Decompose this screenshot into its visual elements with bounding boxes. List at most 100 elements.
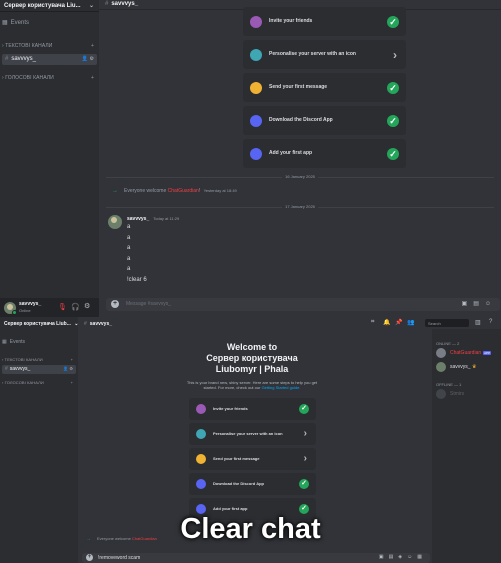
- onboarding-task[interactable]: Download the Discord App ✓: [243, 106, 406, 135]
- welcome-title: Welcome to Сервер користувача Liubomyr |…: [160, 342, 344, 375]
- server-name: Сервер користувача Liub...: [4, 321, 71, 327]
- chevron-right-icon: ›: [303, 453, 307, 464]
- task-label: Invite your friends: [269, 18, 313, 24]
- emoji-icon[interactable]: ☺: [485, 301, 497, 307]
- gif-icon[interactable]: ▤: [473, 301, 485, 307]
- user-panel: savvvys_ Online 🎙 🎧 ⚙: [0, 298, 99, 317]
- chevron-down-icon[interactable]: ⌄: [89, 2, 94, 9]
- chevron-icon: ›: [2, 357, 4, 362]
- checkmark-icon: ✓: [299, 404, 309, 414]
- user-status: Online: [19, 308, 31, 313]
- member-list-icon[interactable]: 👥: [407, 319, 414, 326]
- checkmark-icon: ✓: [387, 114, 399, 127]
- search-placeholder: Search: [428, 321, 441, 326]
- date-divider-label: 17 January 2025: [282, 204, 318, 209]
- channel-settings-icons[interactable]: 👤 ⚙: [82, 56, 94, 62]
- task-icon: [250, 48, 262, 61]
- events-label: Events: [9, 339, 26, 345]
- category-voice-channels[interactable]: › ГОЛОСОВІ КАНАЛИ +: [2, 75, 97, 81]
- task-icon: [250, 15, 262, 28]
- channel-item-savvvys[interactable]: # savvvys_ 👤 ⚙: [2, 54, 97, 65]
- channel-item-savvvys[interactable]: # savvvys_ 👤 ⚙: [2, 365, 76, 374]
- message-input[interactable]: !removeword scam: [98, 555, 140, 561]
- member-category-online: ONLINE — 2: [436, 341, 460, 346]
- task-label: Personalise your server with an icon: [213, 431, 283, 436]
- settings-gear-icon[interactable]: ⚙: [84, 302, 90, 310]
- gift-icon[interactable]: ▣: [379, 554, 389, 560]
- emoji-icon[interactable]: ☺: [407, 554, 417, 560]
- attach-plus-icon[interactable]: +: [86, 554, 93, 561]
- events-item[interactable]: ▦ Events: [2, 19, 97, 26]
- join-arrow-icon: →: [112, 188, 118, 194]
- onboarding-task[interactable]: Invite your friends ✓: [243, 7, 406, 36]
- attach-plus-icon[interactable]: +: [111, 300, 119, 308]
- sticker-icon[interactable]: ◈: [398, 554, 407, 560]
- message-input[interactable]: Message #savvvys_: [126, 301, 171, 307]
- add-channel-icon[interactable]: +: [71, 357, 73, 362]
- task-icon: [196, 479, 206, 489]
- onboarding-task[interactable]: Send your first message ✓: [243, 73, 406, 102]
- welcome-title-line: Welcome to: [226, 342, 278, 352]
- add-channel-icon[interactable]: +: [91, 75, 94, 81]
- events-item[interactable]: ▦ Events: [2, 339, 78, 345]
- server-header[interactable]: Сервер користувача Liub... ⌄: [0, 319, 78, 329]
- onboarding-task[interactable]: Invite your friends ✓: [189, 398, 316, 420]
- headphones-icon[interactable]: 🎧: [71, 303, 80, 311]
- getting-started-link[interactable]: Getting Started guide.: [262, 385, 301, 390]
- onboarding-task[interactable]: Send your first message ›: [189, 448, 316, 470]
- app-badge: APP: [483, 350, 492, 355]
- message-author[interactable]: savvvys_: [127, 216, 149, 222]
- search-input[interactable]: Search: [425, 319, 469, 327]
- threads-icon[interactable]: ⌗: [371, 319, 374, 326]
- category-voice-channels[interactable]: › ГОЛОСОВІ КАНАЛИ +: [2, 380, 76, 385]
- channel-settings-icons[interactable]: 👤 ⚙: [63, 366, 73, 371]
- task-label: Send your first message: [269, 84, 328, 90]
- message-avatar[interactable]: [108, 215, 122, 229]
- message-line: a: [127, 234, 131, 241]
- onboarding-task[interactable]: Add your first app ✓: [243, 139, 406, 168]
- chevron-icon: ›: [2, 380, 4, 385]
- welcome-title-line: Liubomyr | Phala: [215, 364, 289, 374]
- server-header[interactable]: Сервер користувача Liu... ⌄: [0, 0, 99, 12]
- chevron-icon: ›: [2, 75, 4, 81]
- system-welcome-message: → Everyone welcome ChatGuardian! Yesterda…: [112, 188, 237, 194]
- onboarding-task[interactable]: Personalise your server with an icon ›: [189, 423, 316, 445]
- message-timestamp: Today at 11:29: [153, 216, 180, 221]
- help-icon[interactable]: ?: [489, 319, 492, 325]
- apps-icon[interactable]: ▦: [417, 554, 427, 560]
- member-name: savvvys_ ♛: [450, 364, 476, 370]
- add-channel-icon[interactable]: +: [91, 43, 94, 49]
- category-text-channels[interactable]: › ТЕКСТОВІ КАНАЛИ +: [2, 43, 97, 49]
- category-text-channels[interactable]: › ТЕКСТОВІ КАНАЛИ +: [2, 357, 76, 362]
- date-divider: 16 January 2025: [106, 174, 494, 179]
- task-icon: [250, 81, 262, 94]
- chevron-right-icon: ›: [393, 47, 397, 62]
- checkmark-icon: ✓: [387, 147, 399, 160]
- welcome-subtitle: This is your brand new, shiny server. He…: [180, 380, 324, 390]
- task-label: Add your first app: [213, 506, 248, 511]
- hash-icon: #: [5, 366, 8, 372]
- member-name-text: ChatGuardian: [450, 350, 482, 356]
- bell-icon[interactable]: 🔔: [383, 319, 390, 326]
- online-status-dot: [12, 310, 17, 315]
- bot-name-link[interactable]: ChatGuardian: [168, 188, 199, 194]
- message-composer: + Message #savvvys_ ▣▤☺: [106, 298, 500, 311]
- hash-icon: #: [84, 321, 87, 327]
- onboarding-task[interactable]: Personalise your server with an icon ›: [243, 40, 406, 69]
- gift-icon[interactable]: ▣: [462, 301, 474, 307]
- onboarding-task[interactable]: Download the Discord App ✓: [189, 473, 316, 495]
- date-divider-label: 16 January 2025: [282, 174, 318, 179]
- task-label: Personalise your server with an icon: [269, 51, 356, 57]
- checkmark-icon: ✓: [299, 479, 309, 489]
- inbox-icon[interactable]: ▥: [475, 319, 481, 326]
- channel-title: savvvys_: [111, 1, 139, 7]
- channel-sidebar: Сервер користувача Liu... ⌄ ▦ Events › ТЕ…: [0, 0, 99, 317]
- muted-mic-icon[interactable]: 🎙: [58, 303, 67, 311]
- channel-title: savvvys_: [89, 321, 113, 327]
- pin-icon[interactable]: 📌: [395, 319, 402, 326]
- chevron-right-icon: ›: [303, 428, 307, 439]
- welcome-suffix: !: [198, 188, 201, 194]
- avatar: [436, 389, 446, 399]
- add-channel-icon[interactable]: +: [71, 380, 73, 385]
- gif-icon[interactable]: ▤: [389, 554, 399, 560]
